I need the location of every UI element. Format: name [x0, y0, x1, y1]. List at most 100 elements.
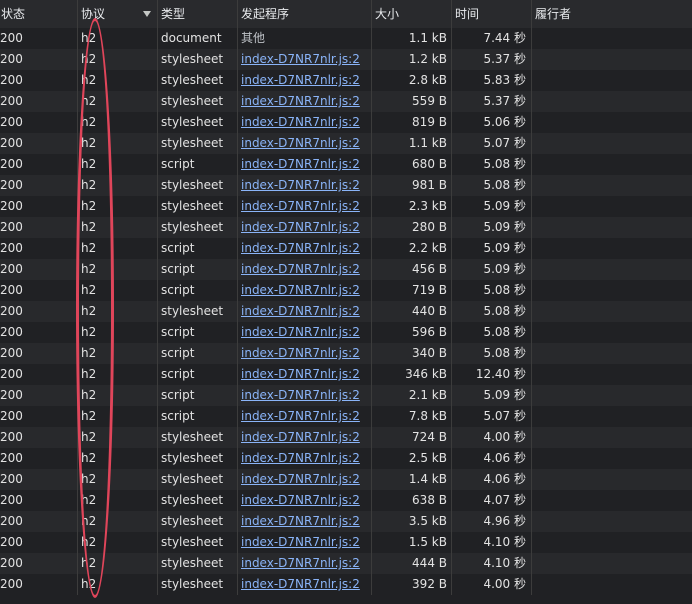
table-row[interactable]: 200 h2 stylesheet index-D7NR7nlr.js:2 1.4 kB…	[0, 469, 692, 490]
table-row[interactable]: 200 h2 stylesheet index-D7NR7nlr.js:2 2.3 kB…	[0, 196, 692, 217]
table-header: 状态 协议 类型 发起程序 大小 时间 履行者	[0, 0, 692, 29]
table-row[interactable]: 200 h2 stylesheet index-D7NR7nlr.js:2 638 B 4…	[0, 490, 692, 511]
column-header-fulfilled-by-label: 履行者	[535, 7, 572, 21]
table-row[interactable]: 200 h2 stylesheet index-D7NR7nlr.js:2 2.8 kB…	[0, 70, 692, 91]
column-header-fulfilled-by[interactable]: 履行者	[532, 0, 692, 28]
cell-protocol: h2	[78, 133, 158, 154]
initiator-link[interactable]: index-D7NR7nlr.js:2	[241, 346, 360, 360]
cell-time: 4.06 秒	[452, 469, 532, 490]
cell-protocol-text: h2	[81, 514, 97, 528]
cell-size-text: 3.5 kB	[408, 514, 447, 528]
initiator-link[interactable]: index-D7NR7nlr.js:2	[241, 304, 360, 318]
cell-size: 7.8 kB	[372, 406, 452, 427]
cell-time: 7.44 秒	[452, 28, 532, 49]
table-row[interactable]: 200 h2 stylesheet index-D7NR7nlr.js:2 2.5 kB…	[0, 448, 692, 469]
column-header-time[interactable]: 时间	[452, 0, 532, 28]
cell-time-text: 5.37 秒	[483, 94, 526, 108]
cell-type-text: stylesheet	[161, 514, 224, 528]
table-row[interactable]: 200 h2 document 其他 1.1 kB 7.44 秒	[0, 28, 692, 49]
table-row[interactable]: 200 h2 stylesheet index-D7NR7nlr.js:2 280 B 5…	[0, 217, 692, 238]
cell-protocol-text: h2	[81, 52, 97, 66]
initiator-link[interactable]: index-D7NR7nlr.js:2	[241, 241, 360, 255]
cell-time-text: 5.37 秒	[483, 52, 526, 66]
column-header-protocol[interactable]: 协议	[78, 0, 158, 28]
cell-status: 200	[0, 175, 78, 196]
cell-size: 346 kB	[372, 364, 452, 385]
cell-initiator: index-D7NR7nlr.js:2	[238, 574, 372, 595]
cell-type: stylesheet	[158, 196, 238, 217]
table-row[interactable]: 200 h2 stylesheet index-D7NR7nlr.js:2 1.2 kB…	[0, 49, 692, 70]
cell-time-text: 7.44 秒	[483, 31, 526, 45]
column-header-initiator[interactable]: 发起程序	[238, 0, 372, 28]
initiator-link[interactable]: index-D7NR7nlr.js:2	[241, 178, 360, 192]
initiator-link[interactable]: index-D7NR7nlr.js:2	[241, 157, 360, 171]
cell-status-text: 200	[0, 283, 23, 297]
initiator-link[interactable]: index-D7NR7nlr.js:2	[241, 52, 360, 66]
initiator-text: 其他	[241, 31, 266, 45]
cell-type: stylesheet	[158, 511, 238, 532]
table-row[interactable]: 200 h2 script index-D7NR7nlr.js:2 340 B 5.08 …	[0, 343, 692, 364]
table-row[interactable]: 200 h2 stylesheet index-D7NR7nlr.js:2 981 B 5…	[0, 175, 692, 196]
cell-protocol: h2	[78, 343, 158, 364]
initiator-link[interactable]: index-D7NR7nlr.js:2	[241, 325, 360, 339]
initiator-link[interactable]: index-D7NR7nlr.js:2	[241, 262, 360, 276]
cell-status-text: 200	[0, 220, 23, 234]
initiator-link[interactable]: index-D7NR7nlr.js:2	[241, 388, 360, 402]
cell-time-text: 4.06 秒	[483, 451, 526, 465]
cell-size: 444 B	[372, 553, 452, 574]
table-row[interactable]: 200 h2 stylesheet index-D7NR7nlr.js:2 444 B 4…	[0, 553, 692, 574]
cell-fulfilled-by	[532, 133, 692, 154]
column-header-type[interactable]: 类型	[158, 0, 238, 28]
cell-protocol-text: h2	[81, 577, 97, 591]
cell-protocol-text: h2	[81, 304, 97, 318]
initiator-link[interactable]: index-D7NR7nlr.js:2	[241, 136, 360, 150]
table-row[interactable]: 200 h2 script index-D7NR7nlr.js:2 2.1 kB 5.09…	[0, 385, 692, 406]
initiator-link[interactable]: index-D7NR7nlr.js:2	[241, 220, 360, 234]
table-row[interactable]: 200 h2 stylesheet index-D7NR7nlr.js:2 440 B 5…	[0, 301, 692, 322]
table-row[interactable]: 200 h2 script index-D7NR7nlr.js:2 7.8 kB 5.07…	[0, 406, 692, 427]
initiator-link[interactable]: index-D7NR7nlr.js:2	[241, 409, 360, 423]
column-header-status[interactable]: 状态	[0, 0, 78, 28]
table-row[interactable]: 200 h2 script index-D7NR7nlr.js:2 596 B 5.08 …	[0, 322, 692, 343]
table-row[interactable]: 200 h2 script index-D7NR7nlr.js:2 680 B 5.08 …	[0, 154, 692, 175]
cell-fulfilled-by	[532, 217, 692, 238]
table-row[interactable]: 200 h2 script index-D7NR7nlr.js:2 2.2 kB 5.09…	[0, 238, 692, 259]
table-row[interactable]: 200 h2 stylesheet index-D7NR7nlr.js:2 819 B 5…	[0, 112, 692, 133]
table-row[interactable]: 200 h2 stylesheet index-D7NR7nlr.js:2 724 B 4…	[0, 427, 692, 448]
initiator-link[interactable]: index-D7NR7nlr.js:2	[241, 451, 360, 465]
initiator-link[interactable]: index-D7NR7nlr.js:2	[241, 115, 360, 129]
initiator-link[interactable]: index-D7NR7nlr.js:2	[241, 514, 360, 528]
table-row[interactable]: 200 h2 script index-D7NR7nlr.js:2 456 B 5.09 …	[0, 259, 692, 280]
initiator-link[interactable]: index-D7NR7nlr.js:2	[241, 430, 360, 444]
initiator-link[interactable]: index-D7NR7nlr.js:2	[241, 367, 360, 381]
cell-protocol: h2	[78, 175, 158, 196]
cell-protocol-text: h2	[81, 136, 97, 150]
cell-time-text: 5.07 秒	[483, 136, 526, 150]
cell-status: 200	[0, 343, 78, 364]
table-row[interactable]: 200 h2 stylesheet index-D7NR7nlr.js:2 1.1 kB…	[0, 133, 692, 154]
initiator-link[interactable]: index-D7NR7nlr.js:2	[241, 283, 360, 297]
initiator-link[interactable]: index-D7NR7nlr.js:2	[241, 199, 360, 213]
cell-protocol: h2	[78, 574, 158, 595]
table-row[interactable]: 200 h2 stylesheet index-D7NR7nlr.js:2 559 B 5…	[0, 91, 692, 112]
initiator-link[interactable]: index-D7NR7nlr.js:2	[241, 472, 360, 486]
column-header-size[interactable]: 大小	[372, 0, 452, 28]
initiator-link[interactable]: index-D7NR7nlr.js:2	[241, 73, 360, 87]
cell-protocol: h2	[78, 406, 158, 427]
table-row[interactable]: 200 h2 script index-D7NR7nlr.js:2 719 B 5.08 …	[0, 280, 692, 301]
table-row[interactable]: 200 h2 stylesheet index-D7NR7nlr.js:2 1.5 kB…	[0, 532, 692, 553]
column-header-time-label: 时间	[455, 7, 480, 21]
table-row[interactable]: 200 h2 stylesheet index-D7NR7nlr.js:2 3.5 kB…	[0, 511, 692, 532]
cell-size-text: 596 B	[412, 325, 447, 339]
cell-size-text: 440 B	[412, 304, 447, 318]
initiator-link[interactable]: index-D7NR7nlr.js:2	[241, 493, 360, 507]
cell-size: 2.3 kB	[372, 196, 452, 217]
table-row[interactable]: 200 h2 script index-D7NR7nlr.js:2 346 kB 12.4…	[0, 364, 692, 385]
initiator-link[interactable]: index-D7NR7nlr.js:2	[241, 94, 360, 108]
initiator-link[interactable]: index-D7NR7nlr.js:2	[241, 577, 360, 591]
initiator-link[interactable]: index-D7NR7nlr.js:2	[241, 535, 360, 549]
cell-type: stylesheet	[158, 490, 238, 511]
table-row[interactable]: 200 h2 stylesheet index-D7NR7nlr.js:2 392 B 4…	[0, 574, 692, 595]
initiator-link[interactable]: index-D7NR7nlr.js:2	[241, 556, 360, 570]
cell-fulfilled-by	[532, 112, 692, 133]
